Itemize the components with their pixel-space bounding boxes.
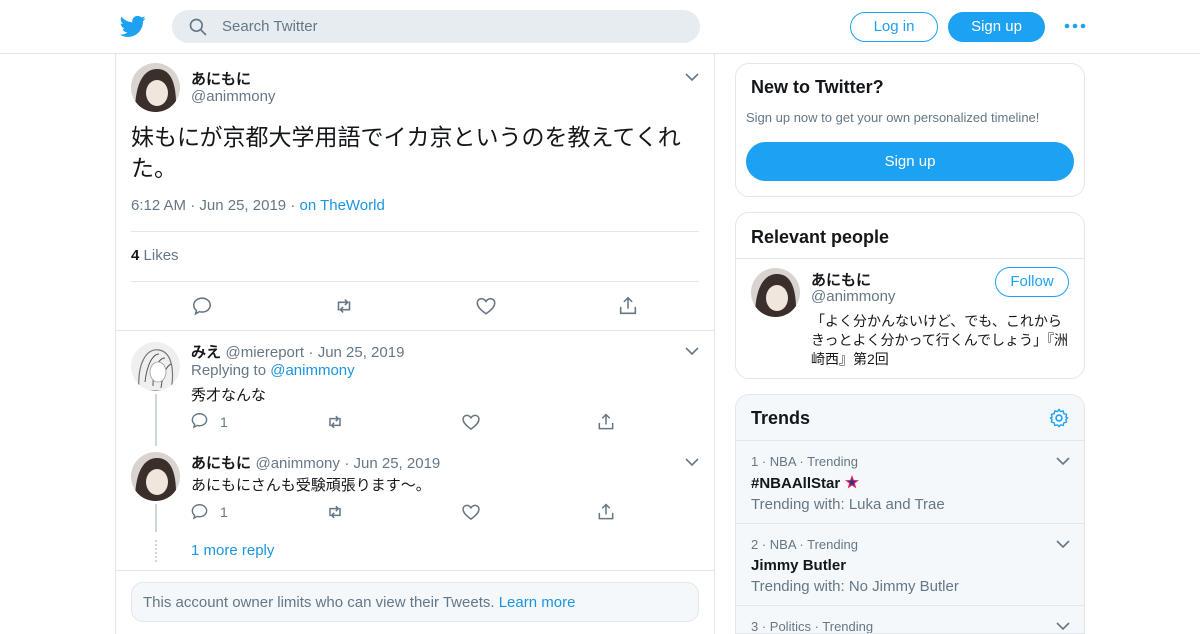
sidebar-signup-button[interactable]: Sign up bbox=[746, 142, 1074, 181]
trend-item[interactable]: 1 · NBA · Trending #NBAAllStar Trending … bbox=[736, 440, 1084, 523]
retweet-icon[interactable] bbox=[325, 412, 345, 432]
tweet-meta: 6:12 AM · Jun 25, 2019 · on TheWorld bbox=[131, 197, 385, 214]
person-name[interactable]: あにもに bbox=[811, 269, 871, 290]
divider bbox=[131, 281, 699, 282]
more-options-icon[interactable] bbox=[1064, 18, 1086, 34]
top-bar: Log in Sign up bbox=[0, 0, 1200, 54]
share-icon[interactable] bbox=[617, 295, 639, 317]
twitter-bird-icon[interactable] bbox=[120, 13, 146, 39]
learn-more-link[interactable]: Learn more bbox=[499, 594, 576, 611]
tweet-place-link[interactable]: on TheWorld bbox=[299, 197, 384, 214]
trends-card: Trends 1 · NBA · Trending #NBAAllStar Tr… bbox=[735, 394, 1085, 634]
reply-author-name[interactable]: みえ bbox=[191, 344, 221, 361]
avatar[interactable] bbox=[751, 268, 800, 317]
retweet-icon[interactable] bbox=[333, 295, 355, 317]
likes-label: Likes bbox=[143, 247, 179, 264]
trend-name: #NBAAllStar bbox=[751, 474, 860, 492]
replying-prefix: Replying to bbox=[191, 362, 267, 379]
search-input[interactable] bbox=[222, 18, 662, 35]
trend-name: Jimmy Butler bbox=[751, 557, 847, 574]
follow-button[interactable]: Follow bbox=[995, 267, 1069, 297]
share-icon[interactable] bbox=[596, 412, 616, 432]
reply-text: あにもにさんも受験頑張ります〜。 bbox=[191, 477, 431, 494]
tweet-text: 妹もにが京都大学用語でイカ京というのを教えてくれた。 bbox=[131, 124, 681, 181]
avatar-image bbox=[131, 342, 180, 391]
reply-count: 1 bbox=[220, 504, 228, 520]
chevron-down-icon[interactable] bbox=[684, 346, 700, 356]
avatar[interactable] bbox=[131, 452, 180, 501]
reply-author-handle[interactable]: @miereport bbox=[225, 344, 304, 361]
reply-date[interactable]: Jun 25, 2019 bbox=[354, 455, 441, 472]
relevant-people-card: Relevant people あにもに @animmony Follow 「よ… bbox=[735, 212, 1085, 379]
divider bbox=[736, 258, 1084, 259]
share-icon[interactable] bbox=[596, 502, 616, 522]
chevron-down-icon[interactable] bbox=[1055, 539, 1071, 549]
trend-context: 3 · Politics · Trending bbox=[751, 619, 874, 634]
avatar-image bbox=[751, 268, 800, 317]
trend-context: 1 · NBA · Trending bbox=[751, 454, 858, 469]
heart-icon[interactable] bbox=[461, 502, 481, 522]
trend-with: Trending with: No Jimmy Butler bbox=[751, 578, 959, 595]
tweet-author-name[interactable]: あにもに bbox=[191, 68, 251, 89]
reply-count: 1 bbox=[220, 414, 228, 430]
thread-line bbox=[155, 394, 157, 446]
signup-button[interactable]: Sign up bbox=[948, 12, 1045, 42]
login-button[interactable]: Log in bbox=[850, 12, 938, 42]
tweet-author-handle[interactable]: @animmony bbox=[191, 88, 275, 105]
gear-icon[interactable] bbox=[1048, 407, 1070, 429]
trend-context: 2 · NBA · Trending bbox=[751, 537, 858, 552]
reply-icon[interactable] bbox=[191, 295, 213, 317]
card-subtitle: Sign up now to get your own personalized… bbox=[746, 110, 1040, 125]
replying-to-link[interactable]: @animmony bbox=[270, 362, 354, 379]
trend-name-text: #NBAAllStar bbox=[751, 475, 841, 492]
reply-header: あにもに @animmony · Jun 25, 2019 bbox=[191, 455, 441, 472]
trend-item[interactable]: 2 · NBA · Trending Jimmy Butler Trending… bbox=[736, 523, 1084, 605]
avatar[interactable] bbox=[131, 63, 180, 112]
divider bbox=[116, 330, 714, 331]
avatar-image bbox=[131, 452, 180, 501]
heart-icon[interactable] bbox=[475, 295, 497, 317]
reply-date[interactable]: Jun 25, 2019 bbox=[318, 344, 405, 361]
card-title: Trends bbox=[751, 408, 811, 428]
heart-icon[interactable] bbox=[461, 412, 481, 432]
card-title: New to Twitter? bbox=[751, 77, 884, 97]
divider bbox=[131, 231, 699, 232]
card-title: Relevant people bbox=[751, 227, 890, 247]
person-bio: 「よく分かんないけど、でも、これからきっとよく分かって行くんでしょう」『洲崎西』… bbox=[811, 313, 1069, 367]
notice-text: This account owner limits who can view t… bbox=[143, 594, 495, 611]
reply-author-handle[interactable]: @animmony bbox=[255, 455, 339, 472]
tweet-time[interactable]: 6:12 AM bbox=[131, 197, 186, 214]
timeline: あにもに @animmony 妹もにが京都大学用語でイカ京というのを教えてくれた… bbox=[115, 54, 715, 634]
avatar-image bbox=[131, 63, 180, 112]
likes-count: 4 bbox=[131, 247, 140, 264]
reply-icon[interactable] bbox=[190, 411, 209, 430]
chevron-down-icon[interactable] bbox=[684, 457, 700, 467]
thread-line-dotted bbox=[155, 540, 157, 562]
tweet-date[interactable]: Jun 25, 2019 bbox=[199, 197, 286, 214]
retweet-icon[interactable] bbox=[325, 502, 345, 522]
thread-line bbox=[155, 504, 157, 532]
protected-notice: This account owner limits who can view t… bbox=[131, 582, 699, 622]
star-emoji-icon bbox=[845, 475, 860, 489]
person-handle[interactable]: @animmony bbox=[811, 288, 895, 305]
chevron-down-icon[interactable] bbox=[684, 72, 700, 82]
search-icon bbox=[189, 18, 207, 35]
likes-stat[interactable]: 4 Likes bbox=[131, 247, 179, 264]
new-to-twitter-card: New to Twitter? Sign up now to get your … bbox=[735, 63, 1085, 197]
reply-author-name[interactable]: あにもに bbox=[191, 455, 251, 472]
avatar[interactable] bbox=[131, 342, 180, 391]
search-bar[interactable] bbox=[172, 10, 700, 43]
replying-to: Replying to @animmony bbox=[191, 362, 355, 379]
more-replies-link[interactable]: 1 more reply bbox=[191, 542, 274, 559]
divider bbox=[116, 570, 714, 571]
trend-with: Trending with: Luka and Trae bbox=[751, 496, 945, 513]
chevron-down-icon[interactable] bbox=[1055, 456, 1071, 466]
reply-header: みえ @miereport · Jun 25, 2019 bbox=[191, 344, 405, 361]
reply-text: 秀才なんな bbox=[191, 387, 267, 404]
reply-icon[interactable] bbox=[190, 502, 209, 521]
